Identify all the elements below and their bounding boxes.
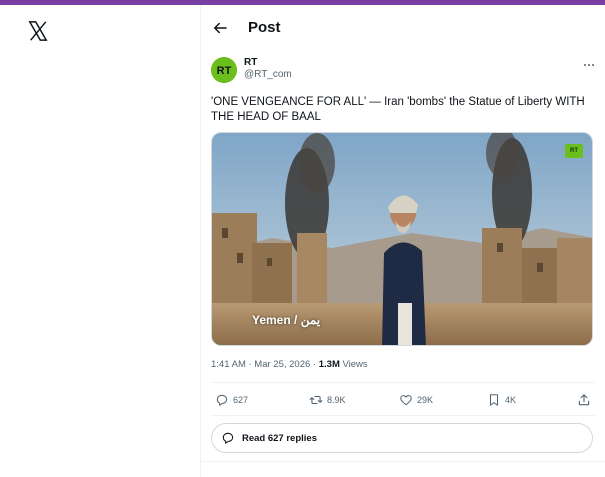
divider bbox=[211, 382, 595, 383]
x-logo-icon[interactable] bbox=[27, 20, 49, 42]
like-count: 29K bbox=[417, 395, 434, 405]
read-replies-button[interactable]: Read 627 replies bbox=[211, 423, 593, 453]
reply-button[interactable]: 627 bbox=[215, 389, 248, 411]
tweet-actions: 627 8.9K 29K 4K bbox=[211, 389, 595, 411]
reply-icon bbox=[216, 394, 228, 406]
rt-badge: RT bbox=[565, 144, 583, 158]
views-label: Views bbox=[339, 359, 368, 370]
read-replies-label: Read 627 replies bbox=[242, 432, 317, 444]
reply-icon bbox=[222, 432, 234, 444]
tweet-media-video[interactable]: Yemen / يمن RT bbox=[211, 132, 593, 346]
post-header: Post bbox=[201, 5, 605, 51]
tweet-timestamp[interactable]: 1:41 AM · Mar 25, 2026 · bbox=[211, 359, 319, 370]
like-button[interactable]: 29K bbox=[399, 389, 433, 411]
arrow-left-icon[interactable] bbox=[211, 19, 229, 37]
divider bbox=[201, 461, 605, 462]
repost-count: 8.9K bbox=[327, 395, 346, 405]
repost-button[interactable]: 8.9K bbox=[309, 389, 346, 411]
repost-icon bbox=[309, 395, 323, 405]
post-column: Post RT RT @RT_com 'ONE VENGEANCE FOR AL… bbox=[201, 5, 605, 477]
bookmark-count: 4K bbox=[505, 395, 517, 405]
avatar[interactable]: RT bbox=[211, 57, 237, 83]
tweet-text: 'ONE VENGEANCE FOR ALL' — Iran 'bombs' t… bbox=[211, 96, 585, 123]
share-icon bbox=[578, 394, 590, 406]
views-count: 1.3M bbox=[318, 359, 340, 370]
page-title: Post bbox=[248, 19, 281, 36]
heart-icon bbox=[400, 395, 412, 406]
bookmark-button[interactable]: 4K bbox=[487, 389, 516, 411]
reply-count: 627 bbox=[233, 395, 249, 405]
tweet-meta: 1:41 AM · Mar 25, 2026 · 1.3M Views bbox=[211, 359, 368, 371]
author-name[interactable]: RT bbox=[244, 57, 257, 69]
author-handle[interactable]: @RT_com bbox=[244, 69, 292, 81]
more-options-icon[interactable] bbox=[582, 60, 596, 70]
bookmark-icon bbox=[489, 394, 499, 406]
avatar-text: RT bbox=[217, 65, 232, 77]
divider bbox=[211, 415, 595, 416]
rt-logo-icon: RT bbox=[211, 57, 237, 83]
video-watermark: Yemen / يمن bbox=[252, 313, 321, 327]
share-button[interactable] bbox=[577, 389, 591, 411]
left-navigation bbox=[0, 5, 200, 477]
